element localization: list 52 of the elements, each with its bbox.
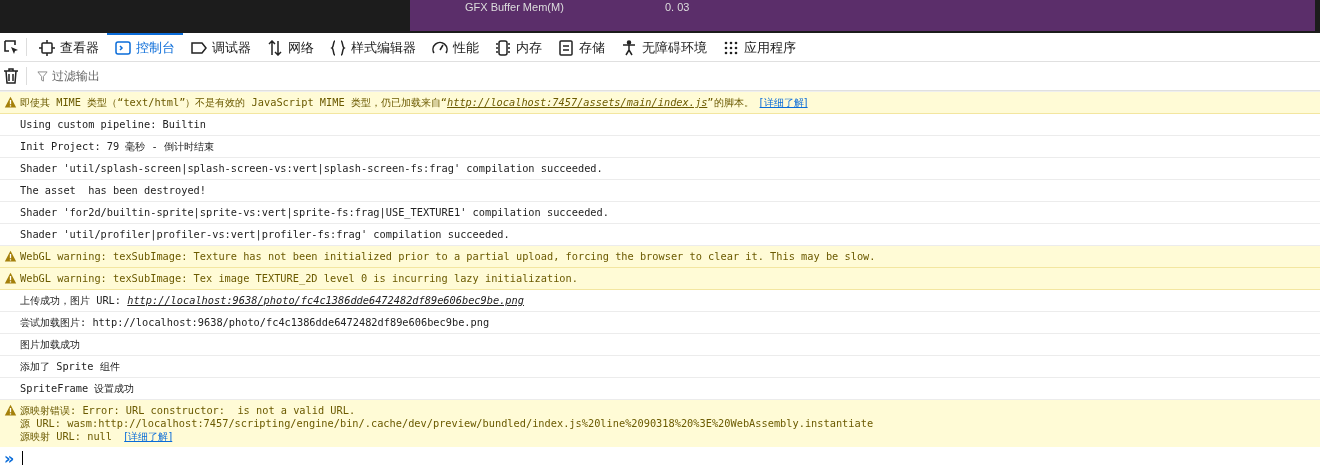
warning-icon [4,272,17,285]
message-text: 图片加载成功 [20,338,80,350]
devtools-tab[interactable]: 存储 [550,33,613,61]
chip-icon [495,40,511,56]
devtools-tab[interactable]: 内存 [487,33,550,61]
warning-icon [4,250,17,263]
devtools-tab[interactable]: 控制台 [107,33,183,61]
message-text: 源映射 URL: null [20,430,113,442]
devtools-tab[interactable]: 网络 [259,33,322,61]
element-picker-icon[interactable] [3,39,19,55]
url-link[interactable]: http://localhost:9638/photo/fc4c1386dde6472482df89e606bec9be.png [127,294,524,306]
devtools-tab[interactable]: 样式编辑器 [322,33,424,61]
warning-icon [4,96,17,109]
message-text: 添加了 Sprite 组件 [20,360,120,372]
message-text: 源 URL: wasm:http://localhost:7457/scripting/engine/bin/.cache/dev/preview/bundled/index.js%20line%2090318%20%3E%20WebAssembly.instantiate [20,417,874,429]
message-text: Shader 'util/profiler|profiler-vs:vert|profiler-fs:frag' compilation succeeded. [20,228,510,240]
tag-icon [191,40,207,56]
devtools-tab[interactable]: 无障碍环境 [613,33,715,61]
message-text: Using custom pipeline: Builtin [20,118,206,130]
frame-icon [39,40,55,56]
braces-icon [330,40,346,56]
devtools-tab[interactable]: 应用程序 [715,33,804,61]
message-text: The asset has been destroyed! [20,184,206,196]
message-text: WebGL warning: texSubImage: Texture has not been initialized prior to a partial upload, forcing the browser to clear it. This may be slow. [20,250,876,262]
message-text: SpriteFrame 设置成功 [20,382,135,394]
message-text: ”的脚本。 [707,96,754,108]
learn-more-link[interactable]: [详细了解] [759,96,808,108]
person-icon [621,40,637,56]
message-text: 源映射错误: Error: URL constructor: is not a valid URL. [20,404,356,416]
filter-icon [37,70,48,82]
arrows-icon [267,40,283,56]
message-text: 上传成功，图片 URL: [20,294,122,306]
message-text: 尝试加载图片: http://localhost:9638/photo/fc4c1386dde6472482df89e606bec9be.png [20,316,490,328]
prompt-symbol: » [4,448,15,468]
storage-icon [558,40,574,56]
console-icon [115,40,131,56]
grid-icon [723,40,739,56]
warning-icon [4,404,17,417]
stat-label: GFX Buffer Mem(M) [465,2,565,13]
message-text: Shader 'util/splash-screen|splash-screen-vs:vert|splash-screen-fs:frag' compilation succeeded. [20,162,603,174]
trash-icon[interactable] [3,68,19,84]
devtools-tab[interactable]: 调试器 [183,33,259,61]
stat-value: 0. 03 [665,2,690,13]
url-link[interactable]: http://localhost:7457/assets/main/index.js [447,96,708,108]
devtools-tab[interactable]: 性能 [424,33,487,61]
gauge-icon [432,40,448,56]
message-text: 即使其 MIME 类型（“text/html”）不是有效的 JavaScript MIME 类型，仍已加载来自“ [20,96,447,108]
message-text: Init Project: 79 毫秒 - 倒计时结束 [20,140,214,152]
learn-more-link[interactable]: [详细了解] [124,430,173,442]
devtools-tab[interactable]: 查看器 [31,33,107,61]
message-text: WebGL warning: texSubImage: Tex image TEXTURE_2D level 0 is incurring lazy initialization. [20,272,578,284]
message-text: Shader 'for2d/builtin-sprite|sprite-vs:vert|sprite-fs:frag|USE_TEXTURE1' compilation succeeded. [20,206,609,218]
